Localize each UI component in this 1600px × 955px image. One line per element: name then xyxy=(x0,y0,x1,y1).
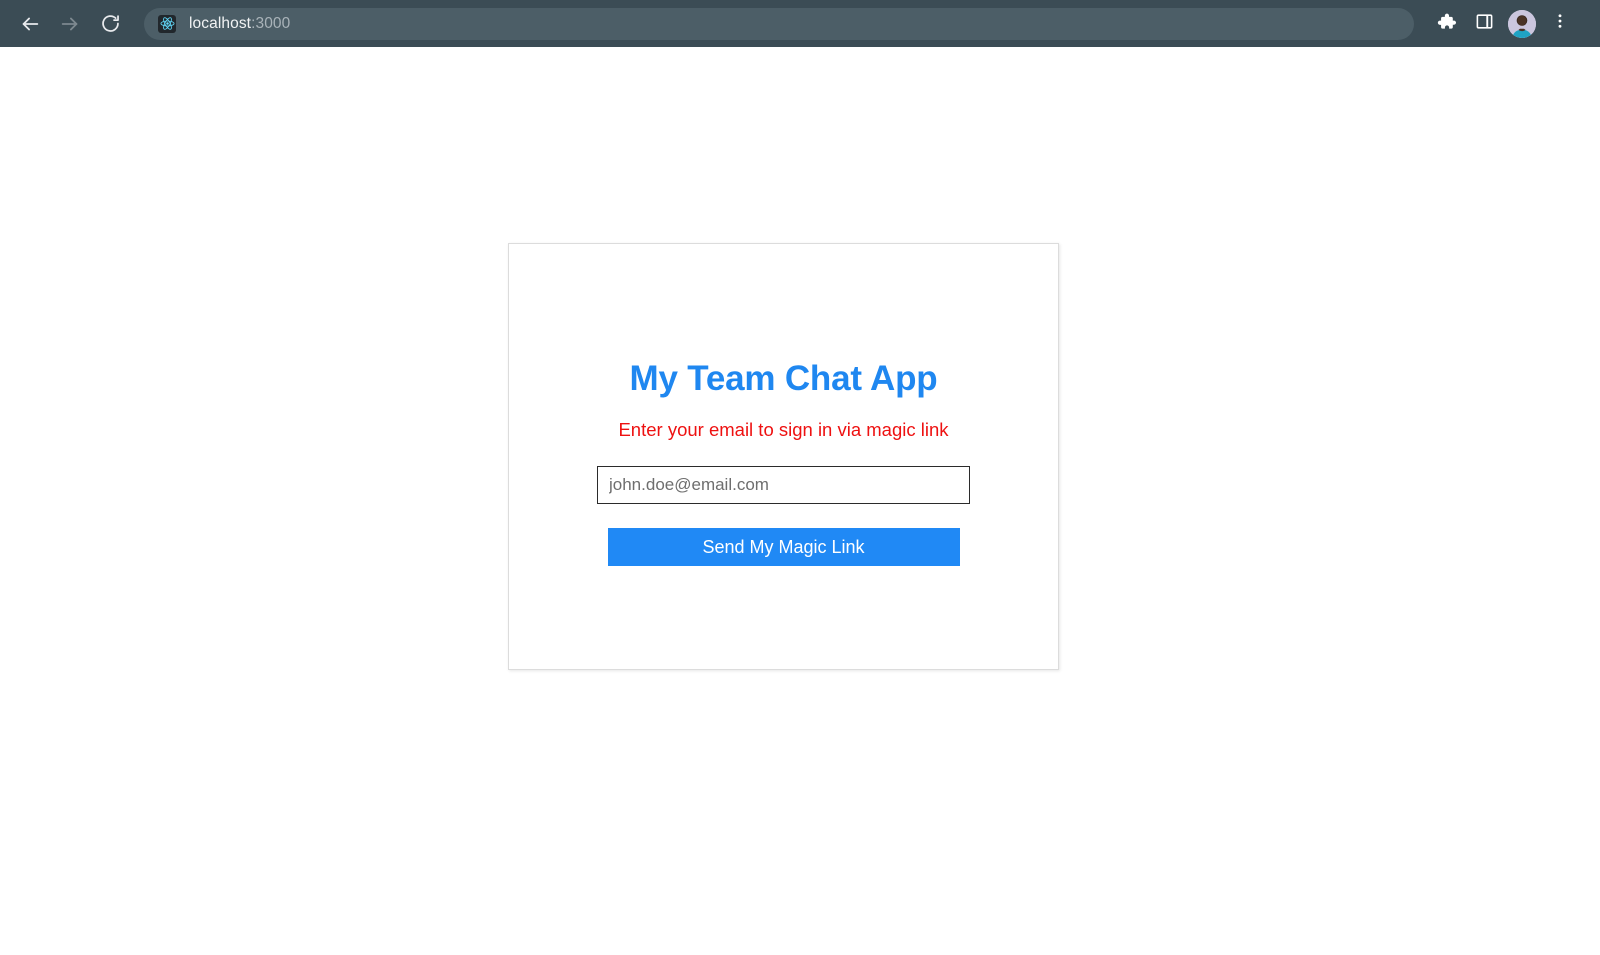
browser-toolbar: localhost:3000 xyxy=(0,0,1600,47)
forward-button[interactable] xyxy=(50,4,90,44)
forward-arrow-icon xyxy=(59,13,81,35)
url-host: localhost xyxy=(189,14,252,32)
side-panel-icon xyxy=(1475,12,1494,36)
back-button[interactable] xyxy=(10,4,50,44)
login-card: My Team Chat App Enter your email to sig… xyxy=(508,243,1059,670)
address-bar[interactable]: localhost:3000 xyxy=(144,7,1414,40)
email-field[interactable] xyxy=(597,465,970,504)
browser-actions xyxy=(1428,6,1578,42)
side-panel-button[interactable] xyxy=(1466,6,1502,42)
login-instruction-text: Enter your email to sign in via magic li… xyxy=(618,419,949,440)
avatar-photo-icon xyxy=(1508,9,1536,38)
back-arrow-icon xyxy=(19,13,41,35)
browser-menu-button[interactable] xyxy=(1542,6,1578,42)
page-title: My Team Chat App xyxy=(629,359,938,398)
extensions-button[interactable] xyxy=(1428,6,1464,42)
avatar[interactable] xyxy=(1508,9,1536,38)
reload-icon xyxy=(100,13,121,34)
page-viewport: My Team Chat App Enter your email to sig… xyxy=(0,47,1600,955)
url-text: localhost:3000 xyxy=(189,15,290,33)
react-logo-icon xyxy=(158,14,176,33)
navigation-buttons xyxy=(10,4,130,44)
reload-button[interactable] xyxy=(90,4,130,44)
send-magic-link-button[interactable]: Send My Magic Link xyxy=(607,527,960,566)
url-port: :3000 xyxy=(251,14,291,32)
three-dot-menu-icon xyxy=(1551,12,1569,35)
puzzle-piece-icon xyxy=(1436,11,1457,37)
